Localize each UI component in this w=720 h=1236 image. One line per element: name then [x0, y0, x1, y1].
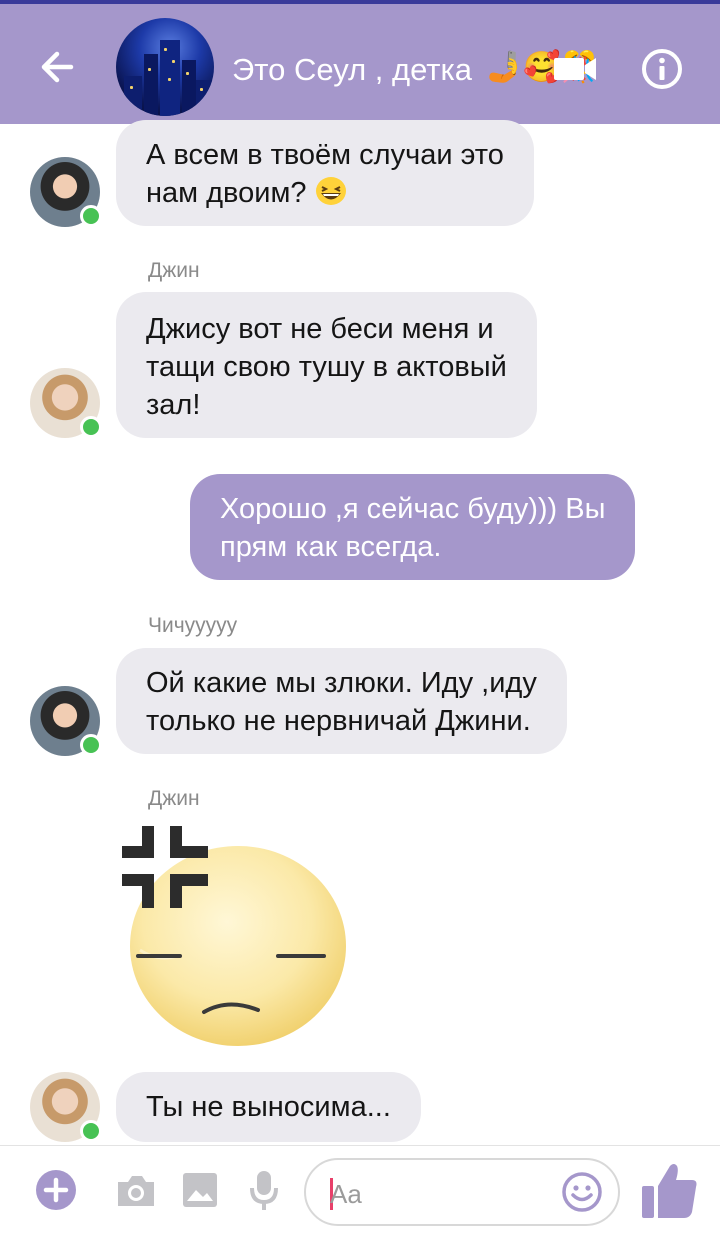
- sender-name: Джин: [148, 259, 200, 282]
- message-input-field[interactable]: [304, 1158, 620, 1226]
- message-bubble[interactable]: Ой какие мы злюки. Иду ,иду только не не…: [116, 648, 567, 754]
- online-indicator: [80, 205, 102, 227]
- message-composer: [0, 1145, 720, 1236]
- message-bubble[interactable]: А всем в твоём случаи это нам двоим?: [116, 120, 534, 226]
- sender-name: Джин: [148, 787, 200, 810]
- gallery-button[interactable]: [178, 1168, 222, 1212]
- info-button[interactable]: [640, 47, 684, 91]
- message-line: прям как всегда.: [220, 531, 442, 563]
- arrow-left-icon: [41, 51, 74, 83]
- annoyed-face-sticker[interactable]: [118, 822, 350, 1048]
- like-button[interactable]: [640, 1160, 700, 1222]
- video-call-button[interactable]: [552, 50, 600, 86]
- avatar-girl[interactable]: [30, 686, 102, 756]
- online-indicator: [80, 416, 102, 438]
- online-indicator: [80, 734, 102, 756]
- emoji-icon: [562, 1172, 602, 1212]
- plus-icon: [36, 1170, 76, 1210]
- video-camera-icon: [554, 58, 596, 80]
- message-line: Джису вот не беси меня и: [146, 313, 494, 345]
- message-line: Ой какие мы злюки. Иду ,иду: [146, 667, 537, 699]
- message-line: зал!: [146, 389, 201, 421]
- outgoing-message-bubble[interactable]: Хорошо ,я сейчас буду))) Вы прям как все…: [190, 474, 636, 580]
- sender-name: Чичууууу: [148, 614, 238, 637]
- online-indicator: [80, 1120, 102, 1142]
- back-button[interactable]: [34, 44, 80, 90]
- thumbs-up-icon: [642, 1164, 697, 1218]
- message-line: нам двоим?: [146, 177, 315, 209]
- add-button[interactable]: [34, 1168, 78, 1212]
- message-input[interactable]: [330, 1176, 550, 1212]
- avatar-guy[interactable]: [30, 368, 102, 438]
- avatar-guy[interactable]: [30, 1072, 102, 1142]
- chat-header: Это Сеул , детка 🤳🥰🎊: [0, 4, 720, 124]
- info-icon: [642, 49, 682, 89]
- emoji-button[interactable]: [560, 1170, 604, 1214]
- camera-button[interactable]: [114, 1168, 158, 1212]
- microphone-icon: [250, 1171, 278, 1210]
- message-line: тащи свою тушу в актовый: [146, 351, 507, 383]
- message-line: Ты не выносима...: [146, 1091, 391, 1123]
- message-bubble[interactable]: Джису вот не беси меня и тащи свою тушу …: [116, 292, 537, 438]
- microphone-button[interactable]: [242, 1168, 286, 1212]
- avatar-girl[interactable]: [30, 157, 102, 227]
- message-line: только не нервничай Джини.: [146, 705, 531, 737]
- chat-title[interactable]: Это Сеул , детка: [232, 48, 494, 92]
- message-line: А всем в твоём случаи это: [146, 139, 504, 171]
- group-avatar[interactable]: [116, 18, 214, 116]
- camera-icon: [118, 1176, 154, 1206]
- gallery-icon: [183, 1173, 217, 1207]
- message-bubble[interactable]: Ты не выносима...: [116, 1072, 421, 1142]
- grinning-squinting-face-icon: [315, 177, 346, 205]
- message-line: Хорошо ,я сейчас буду))) Вы: [220, 493, 606, 525]
